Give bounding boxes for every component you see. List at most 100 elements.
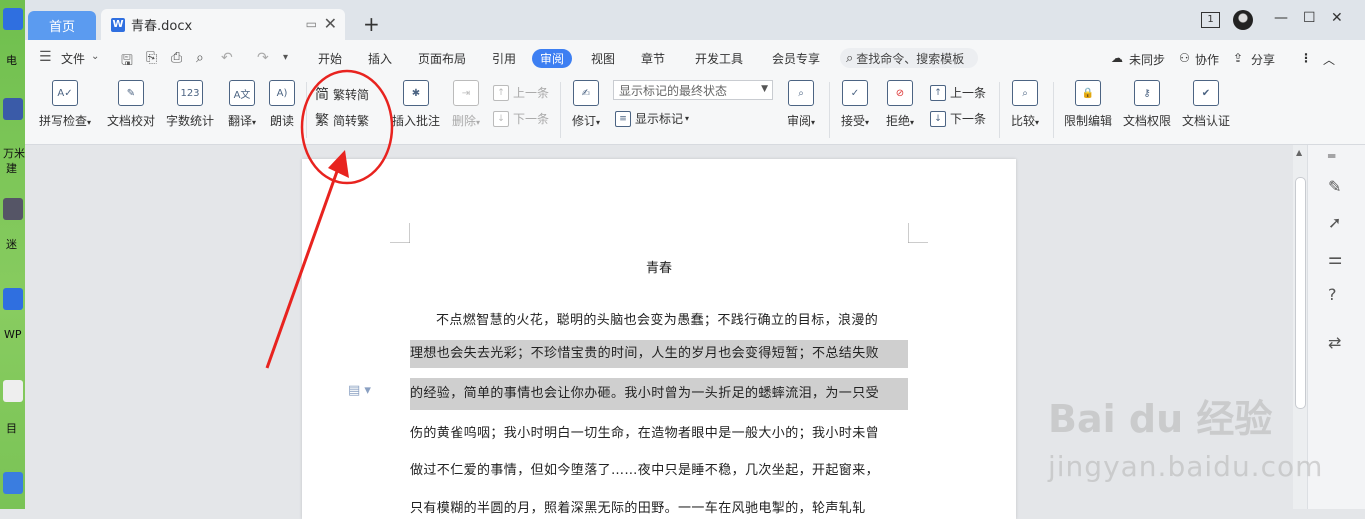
prev-change-icon: ↑ bbox=[930, 84, 946, 101]
show-markup-button[interactable]: ≡ 显示标记 ▾ bbox=[615, 110, 689, 127]
next-change-button[interactable]: ↓ 下一条 bbox=[930, 110, 986, 127]
document-title[interactable]: 青春 bbox=[302, 257, 1016, 276]
desktop-app-icon[interactable] bbox=[3, 8, 23, 30]
margin-corner-top-right bbox=[908, 223, 928, 243]
comment-icon: ✱ bbox=[403, 80, 429, 106]
paragraph-line[interactable]: 做过不仁爱的事情，但如今堕落了……夜中只是睡不稳，几次坐起，开起窗来， bbox=[410, 459, 908, 478]
t2s-icon: 简 bbox=[315, 87, 329, 103]
minimize-icon[interactable]: — bbox=[1274, 10, 1288, 26]
tab-document[interactable]: W 青春.docx ▭ ✕ bbox=[101, 9, 345, 40]
help-icon[interactable]: ? bbox=[1328, 285, 1337, 304]
tab-view[interactable]: 视图 bbox=[591, 50, 615, 67]
desktop-app-icon[interactable] bbox=[3, 98, 23, 120]
s2t-icon: 繁 bbox=[315, 113, 329, 129]
print-icon[interactable]: ⎙ bbox=[171, 50, 182, 66]
document-page[interactable]: 青春 不点燃智慧的火花，聪明的头脑也会变为愚蠢；不践行确立的目标，浪漫的 理想也… bbox=[302, 159, 1016, 519]
settings-sliders-icon[interactable]: ⚌ bbox=[1328, 249, 1342, 268]
paragraph-line-selected[interactable]: 理想也会失去光彩；不珍惜宝贵的时间，人生的岁月也会变得短暂；不总结失败 bbox=[410, 340, 908, 368]
delete-comment-button[interactable]: ⇥ 删除▾ bbox=[446, 80, 486, 129]
print-preview-icon[interactable]: ⌕ bbox=[196, 50, 204, 66]
desktop-label: 电 bbox=[6, 54, 17, 67]
prev-comment-button[interactable]: ↑ 上一条 bbox=[493, 84, 549, 101]
collapse-ribbon-icon[interactable]: ︿ bbox=[1323, 51, 1335, 68]
delete-comment-icon: ⇥ bbox=[453, 80, 479, 106]
word-count-button[interactable]: 123 字数统计 bbox=[164, 80, 216, 129]
accept-icon: ✓ bbox=[842, 80, 868, 106]
accept-button[interactable]: ✓ 接受▾ bbox=[837, 80, 873, 129]
paragraph-line-selected[interactable]: 的经验，简单的事情也会让你办砸。我小时曾为一头折足的蟋蟀流泪，为一只受 bbox=[410, 378, 908, 410]
more-icon[interactable]: ⋮ bbox=[1300, 51, 1312, 65]
insert-comment-button[interactable]: ✱ 插入批注 bbox=[391, 80, 441, 129]
prev-change-button[interactable]: ↑ 上一条 bbox=[930, 84, 986, 101]
review-pane-button[interactable]: ⌕ 审阅▾ bbox=[783, 80, 819, 129]
desktop-label: 迷 bbox=[6, 238, 17, 251]
window-count-badge[interactable]: 1 bbox=[1201, 12, 1220, 28]
doc-proofread-button[interactable]: ✎ 文档校对 bbox=[105, 80, 157, 129]
translate-icon: A文 bbox=[229, 80, 255, 106]
cloud-icon: ☁ bbox=[1111, 51, 1123, 65]
redo-icon[interactable]: ↷ bbox=[257, 50, 269, 66]
compare-button[interactable]: ⌕ 比较▾ bbox=[1007, 80, 1043, 129]
prev-icon: ↑ bbox=[493, 84, 509, 101]
markup-mode-select[interactable]: 显示标记的最终状态 ▼ bbox=[613, 80, 773, 100]
panel-handle-icon[interactable]: ═ bbox=[1328, 149, 1335, 163]
avatar[interactable] bbox=[1233, 10, 1253, 30]
desktop-app-icon[interactable] bbox=[3, 380, 23, 402]
file-menu[interactable]: 文件 bbox=[61, 50, 85, 67]
desktop-label: 建 bbox=[6, 162, 17, 175]
wps-writer-icon: W bbox=[111, 17, 125, 32]
doc-certify-button[interactable]: ✔ 文档认证 bbox=[1180, 80, 1232, 129]
share-button[interactable]: 分享 bbox=[1251, 51, 1275, 68]
restrict-editing-button[interactable]: 🔒 限制编辑 bbox=[1061, 80, 1115, 129]
tab-references[interactable]: 引用 bbox=[492, 50, 516, 67]
desktop-app-icon[interactable] bbox=[3, 198, 23, 220]
next-icon: ↓ bbox=[493, 110, 509, 127]
cursor-icon[interactable]: ➚ bbox=[1328, 213, 1341, 232]
scrollbar-thumb[interactable] bbox=[1295, 177, 1306, 409]
desktop-app-icon[interactable] bbox=[3, 288, 23, 310]
hamburger-menu-icon[interactable]: ☰ bbox=[39, 49, 52, 65]
undo-icon[interactable]: ↶ bbox=[221, 50, 233, 66]
tab-start[interactable]: 开始 bbox=[318, 50, 342, 67]
translate-button[interactable]: A文 翻译▾ bbox=[222, 80, 262, 129]
read-aloud-button[interactable]: A) 朗读 bbox=[268, 80, 296, 129]
reject-button[interactable]: ⊘ 拒绝▾ bbox=[882, 80, 918, 129]
close-tab-icon[interactable]: ✕ bbox=[324, 14, 337, 33]
spell-check-button[interactable]: A✓ 拼写检查▾ bbox=[36, 80, 94, 129]
pin-icon[interactable]: ▭ bbox=[306, 17, 317, 31]
search-icon: ⌕ bbox=[846, 50, 854, 66]
pen-icon[interactable]: ✎ bbox=[1328, 177, 1341, 196]
paragraph-menu-icon[interactable]: ▤ ▾ bbox=[348, 383, 371, 398]
scroll-up-icon[interactable]: ▲ bbox=[1296, 148, 1302, 157]
next-comment-button[interactable]: ↓ 下一条 bbox=[493, 110, 549, 127]
tab-developer[interactable]: 开发工具 bbox=[695, 50, 743, 67]
maximize-icon[interactable]: ☐ bbox=[1303, 10, 1316, 26]
tab-home[interactable]: 首页 bbox=[28, 11, 96, 40]
tab-insert[interactable]: 插入 bbox=[368, 50, 392, 67]
desktop-background: 电 万米 建 迷 WP 目 bbox=[0, 0, 25, 509]
tab-member[interactable]: 会员专享 bbox=[772, 50, 820, 67]
chevron-down-icon[interactable]: ⌄ bbox=[91, 51, 99, 62]
close-window-icon[interactable]: ✕ bbox=[1331, 10, 1343, 26]
command-search[interactable]: ⌕ 查找命令、搜索模板 bbox=[840, 48, 978, 68]
paragraph-line[interactable]: 伤的黄雀呜咽；我小时明白一切生命，在造物者眼中是一般大小的；我小时未曾 bbox=[410, 422, 908, 441]
show-markup-icon: ≡ bbox=[615, 110, 631, 127]
save-icon[interactable]: 🖫 bbox=[121, 50, 133, 74]
tab-chapter[interactable]: 章节 bbox=[641, 50, 665, 67]
paragraph-line[interactable]: 不点燃智慧的火花，聪明的头脑也会变为愚蠢；不践行确立的目标，浪漫的 bbox=[410, 309, 908, 328]
convert-icon[interactable]: ⇄ bbox=[1328, 333, 1341, 352]
collaborate-button[interactable]: 协作 bbox=[1195, 51, 1219, 68]
doc-rights-button[interactable]: ⚷ 文档权限 bbox=[1121, 80, 1173, 129]
new-tab-icon[interactable]: + bbox=[363, 12, 380, 36]
simplified-to-traditional-button[interactable]: 繁 简转繁 bbox=[315, 110, 369, 130]
track-changes-button[interactable]: ✍ 修订▾ bbox=[566, 80, 606, 129]
paragraph-line[interactable]: 只有模糊的半圆的月，照着深黑无际的田野。一一车在风驰电掣的，轮声轧轧 bbox=[410, 497, 908, 516]
export-icon[interactable]: ⎘ bbox=[146, 50, 157, 66]
desktop-app-icon[interactable] bbox=[3, 472, 23, 494]
sync-status[interactable]: 未同步 bbox=[1129, 51, 1165, 68]
tab-page-layout[interactable]: 页面布局 bbox=[418, 50, 466, 67]
tab-document-title: 青春.docx bbox=[131, 19, 193, 34]
customize-toolbar-icon[interactable]: ▾ bbox=[283, 52, 288, 63]
traditional-to-simplified-button[interactable]: 简 繁转简 bbox=[315, 84, 369, 104]
tab-review[interactable]: 审阅 bbox=[532, 49, 572, 68]
